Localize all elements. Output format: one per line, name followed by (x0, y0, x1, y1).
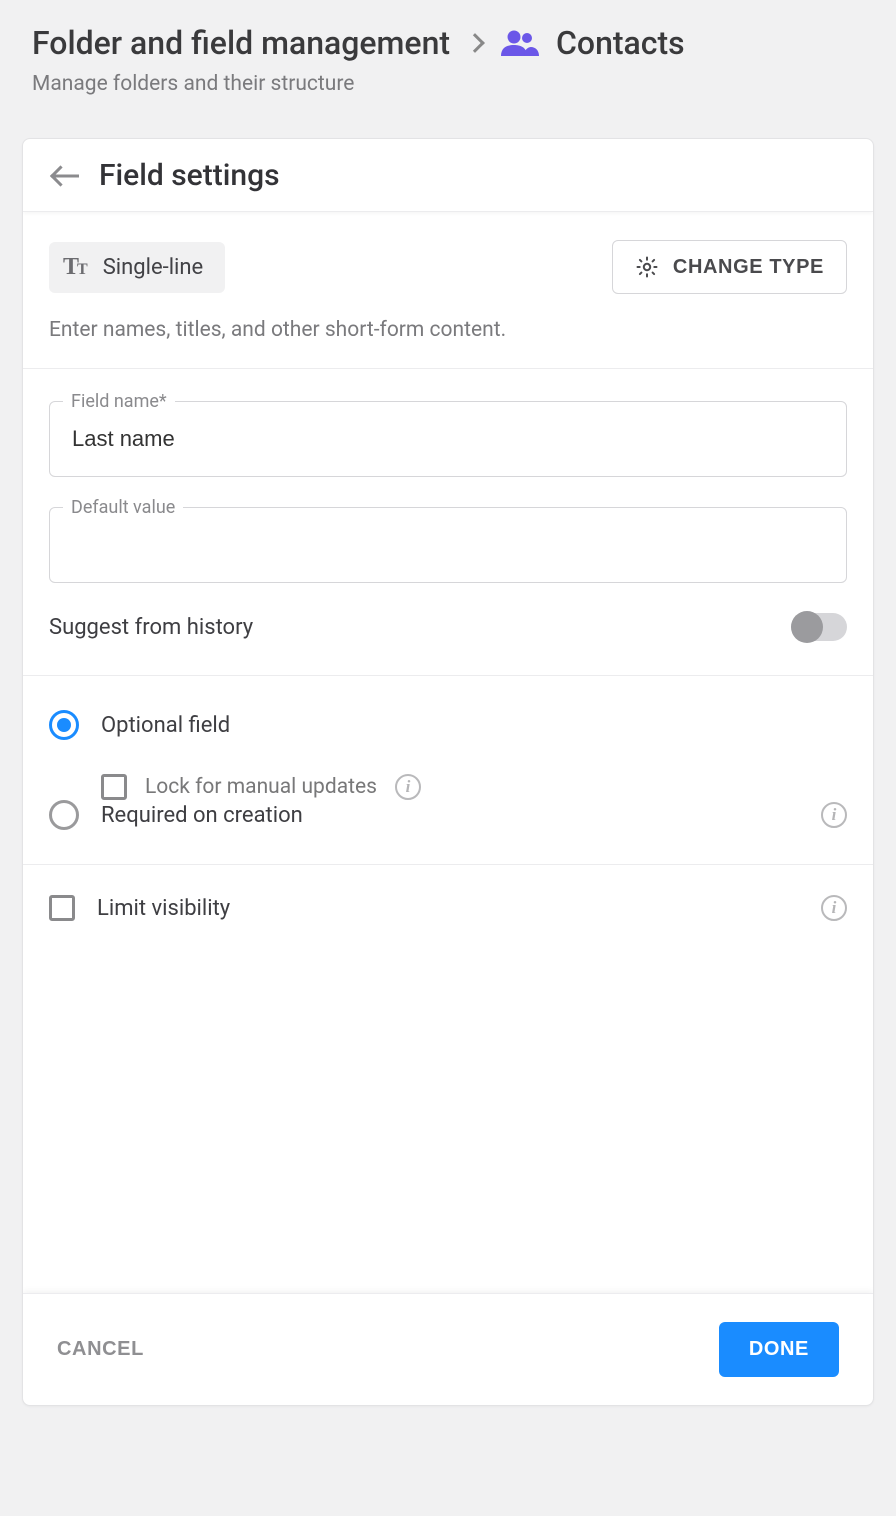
type-description: Enter names, titles, and other short-for… (49, 318, 847, 342)
text-type-icon: TT (63, 254, 85, 281)
info-icon[interactable]: i (821, 802, 847, 828)
limit-visibility-checkbox[interactable] (49, 895, 75, 921)
default-value-input[interactable] (49, 507, 847, 583)
change-type-button[interactable]: CHANGE TYPE (612, 240, 847, 294)
breadcrumb-root[interactable]: Folder and field management (32, 24, 450, 62)
suggest-history-toggle[interactable] (791, 613, 847, 641)
field-type-label: Single-line (103, 255, 204, 280)
chevron-right-icon (465, 33, 485, 53)
field-name-input[interactable] (49, 401, 847, 477)
card-title: Field settings (99, 158, 280, 193)
done-button[interactable]: DONE (719, 1322, 839, 1377)
limit-visibility-label: Limit visibility (97, 896, 230, 921)
optional-field-radio[interactable] (49, 710, 79, 740)
required-on-creation-radio[interactable] (49, 800, 79, 830)
field-settings-card: Field settings TT Single-line CHANGE TYP… (22, 138, 874, 1406)
lock-updates-checkbox[interactable] (101, 774, 127, 800)
info-icon[interactable]: i (821, 895, 847, 921)
back-arrow-icon[interactable] (51, 162, 79, 190)
default-value-label: Default value (63, 497, 183, 518)
card-header: Field settings (23, 139, 873, 212)
card-footer: CANCEL DONE (23, 1293, 873, 1405)
page-subtitle: Manage folders and their structure (32, 72, 874, 96)
field-name-label: Field name* (63, 391, 175, 412)
fields-section: Field name* Default value Suggest from h… (23, 369, 873, 676)
type-section: TT Single-line CHANGE TYPE Enter names, … (23, 212, 873, 369)
cancel-button[interactable]: CANCEL (57, 1338, 144, 1361)
people-icon (500, 29, 540, 57)
required-on-creation-label: Required on creation (101, 803, 303, 828)
required-options-section: Optional field Lock for manual updates i… (23, 676, 873, 865)
lock-updates-label: Lock for manual updates (145, 775, 377, 799)
breadcrumb: Folder and field management Contacts (32, 24, 874, 62)
change-type-label: CHANGE TYPE (673, 256, 824, 279)
field-type-chip: TT Single-line (49, 242, 225, 293)
breadcrumb-leaf-label: Contacts (556, 24, 685, 62)
gear-icon (635, 255, 659, 279)
info-icon[interactable]: i (395, 774, 421, 800)
optional-field-label: Optional field (101, 713, 230, 738)
suggest-history-label: Suggest from history (49, 615, 253, 640)
breadcrumb-leaf[interactable]: Contacts (500, 24, 685, 62)
visibility-section: Limit visibility i (23, 865, 873, 1293)
